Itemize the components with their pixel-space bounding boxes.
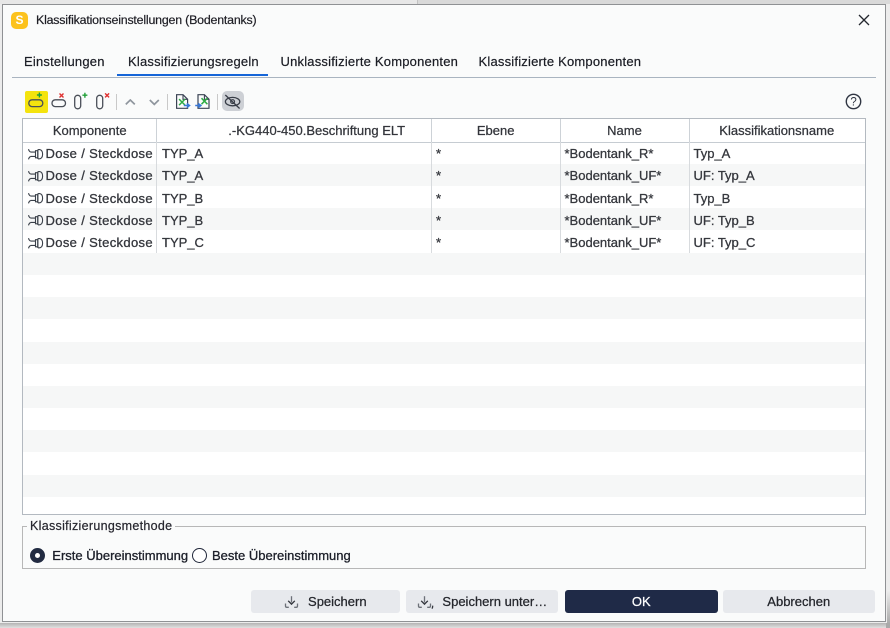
svg-text:?: ? <box>850 97 856 109</box>
